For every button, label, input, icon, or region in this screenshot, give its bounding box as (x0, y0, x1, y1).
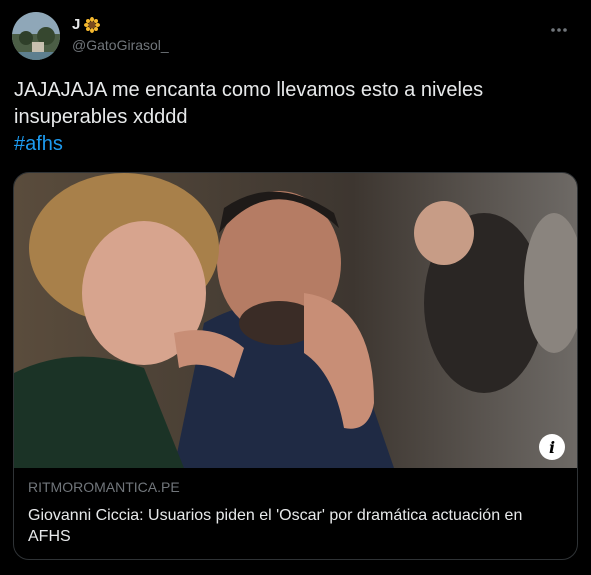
card-image: i (14, 173, 577, 468)
info-button[interactable]: i (539, 434, 565, 460)
card-photo (14, 173, 577, 468)
more-options-button[interactable] (547, 18, 571, 42)
tweet-text: JAJAJAJA me encanta como llevamos esto a… (14, 77, 574, 158)
tweet-header: J @GatoGirasol_ (12, 12, 579, 62)
sunflower-icon (84, 17, 101, 33)
info-icon: i (548, 437, 556, 457)
display-name-text: J (72, 16, 81, 33)
card-domain: RITMOROMANTICA.PE (28, 479, 180, 495)
tweet-body: JAJAJAJA me encanta como llevamos esto a… (14, 79, 484, 128)
user-names: J @GatoGirasol_ (72, 16, 169, 54)
card-title: Giovanni Ciccia: Usuarios piden el 'Osca… (28, 507, 523, 545)
display-name[interactable]: J (72, 16, 169, 34)
tweet: J @GatoGirasol_ JAJAJAJA me encanta como… (0, 0, 591, 575)
more-horizontal-icon (551, 28, 567, 32)
user-handle[interactable]: @GatoGirasol_ (72, 36, 169, 54)
link-card[interactable]: i RITMOROMANTICA.PE Giovanni Ciccia: Usu… (13, 172, 578, 560)
hashtag-link[interactable]: #afhs (14, 131, 63, 158)
avatar[interactable] (12, 12, 60, 60)
card-meta: RITMOROMANTICA.PE Giovanni Ciccia: Usuar… (14, 468, 577, 547)
avatar-image (12, 12, 60, 60)
